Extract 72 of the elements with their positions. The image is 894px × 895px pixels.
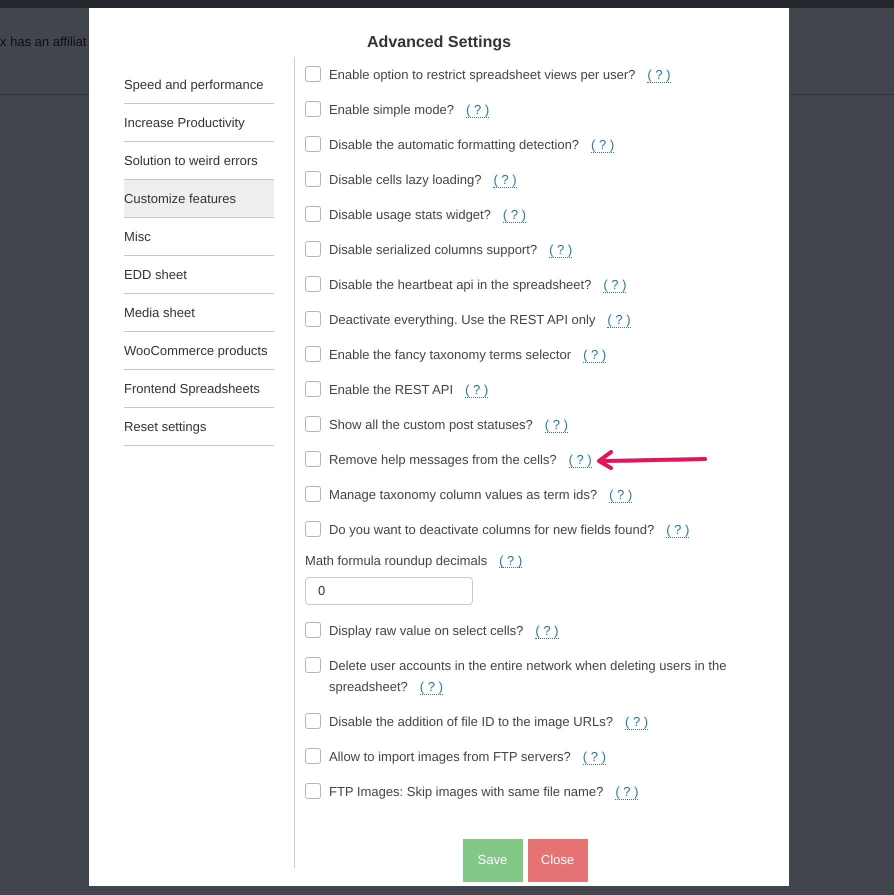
option-label: Delete user accounts in the entire network when deleting users in the spreadsheet? ( ? )	[329, 656, 728, 696]
checkbox[interactable]	[305, 712, 321, 728]
dialog-title: Advanced Settings	[366, 33, 512, 53]
help-link[interactable]: ( ? )	[549, 242, 572, 258]
help-link[interactable]: ( ? )	[544, 417, 568, 433]
option-label: Remove help messages from the cells? ( ? )	[329, 451, 592, 470]
help-link[interactable]: ( ? )	[615, 784, 638, 800]
help-link[interactable]: ( ? )	[493, 172, 517, 188]
checkbox[interactable]	[305, 656, 321, 672]
checkbox[interactable]	[305, 451, 321, 467]
option-label: Disable cells lazy loading? ( ? )	[329, 171, 517, 190]
option-label: Do you want to deactivate columns for new fields found? ( ? )	[329, 521, 690, 540]
checkbox[interactable]	[305, 311, 321, 327]
sidebar-item[interactable]: Speed and performance	[124, 66, 274, 104]
option-label: Disable the heartbeat api in the spreadsheet? ( ? )	[329, 276, 626, 295]
option-label: Enable the REST API ( ? )	[329, 381, 488, 400]
help-link[interactable]: ( ? )	[607, 312, 631, 328]
help-link[interactable]: ( ? )	[502, 207, 526, 223]
background-text: x has an affiliat	[0, 34, 86, 49]
checkbox[interactable]	[305, 748, 321, 764]
option-label: Disable serialized columns support? ( ? )	[329, 241, 572, 260]
option-label: Enable option to restrict spreadsheet views per user? ( ? )	[329, 66, 671, 85]
checkbox[interactable]	[305, 136, 321, 152]
help-link[interactable]: ( ? )	[568, 452, 592, 468]
checkbox[interactable]	[305, 521, 321, 537]
sidebar-item[interactable]: Misc	[124, 218, 274, 256]
field-label: Math formula roundup decimals	[305, 552, 488, 570]
close-button[interactable]: Close	[528, 838, 588, 882]
checkbox[interactable]	[305, 622, 321, 638]
checkbox[interactable]	[305, 416, 321, 432]
sidebar-item[interactable]: Reset settings	[124, 408, 274, 446]
help-link[interactable]: ( ? )	[583, 347, 606, 363]
checkbox[interactable]	[305, 346, 321, 362]
input-field[interactable]: 0	[305, 576, 473, 604]
sidebar-item[interactable]: Frontend Spreadsheets	[124, 370, 274, 408]
sidebar-item[interactable]: Media sheet	[124, 294, 274, 332]
option-label: Show all the custom post statuses? ( ? )	[329, 416, 568, 435]
sidebar-item[interactable]: Increase Productivity	[124, 104, 274, 142]
help-link[interactable]: ( ? )	[603, 277, 626, 293]
option-label: Disable the automatic formatting detection? ( ? )	[329, 136, 614, 155]
help-link[interactable]: ( ? )	[666, 522, 690, 538]
option-label: Deactivate everything. Use the REST API only ( ? )	[329, 311, 631, 330]
help-link[interactable]: ( ? )	[647, 67, 671, 83]
sidebar-item[interactable]: Customize features	[124, 180, 274, 218]
checkbox[interactable]	[305, 486, 321, 502]
option-label: Disable usage stats widget? ( ? )	[329, 206, 526, 225]
checkbox[interactable]	[305, 206, 321, 222]
help-link[interactable]: ( ? )	[591, 137, 614, 153]
checkbox[interactable]	[305, 241, 321, 257]
help-link[interactable]: ( ? )	[625, 714, 648, 730]
help-link[interactable]: ( ? )	[535, 622, 558, 638]
option-label: Allow to import images from FTP servers? ( ? )	[329, 748, 606, 766]
option-label: Disable the addition of file ID to the image URLs? ( ? )	[329, 712, 648, 732]
option-label: Enable simple mode? ( ? )	[329, 101, 490, 120]
help-link[interactable]: ( ? )	[499, 554, 522, 568]
option-label: Manage taxonomy column values as term ids? ( ? )	[329, 486, 632, 505]
checkbox[interactable]	[305, 171, 321, 187]
sidebar-item[interactable]: EDD sheet	[124, 256, 274, 294]
help-link[interactable]: ( ? )	[582, 748, 606, 764]
checkbox[interactable]	[305, 66, 321, 82]
checkbox[interactable]	[305, 276, 321, 292]
checkbox[interactable]	[305, 381, 321, 397]
help-link[interactable]: ( ? )	[465, 382, 488, 398]
sidebar-item[interactable]: WooCommerce products	[124, 332, 274, 370]
help-link[interactable]: ( ? )	[609, 487, 632, 503]
checkbox[interactable]	[305, 782, 321, 798]
help-link[interactable]: ( ? )	[466, 102, 490, 118]
option-label: Enable the fancy taxonomy terms selector ( ? )	[329, 346, 606, 365]
checkbox[interactable]	[305, 101, 321, 117]
help-link[interactable]: ( ? )	[420, 678, 443, 694]
option-label: Display raw value on select cells? ( ? )	[329, 622, 558, 640]
option-label: FTP Images: Skip images with same file name? ( ? )	[329, 782, 638, 802]
